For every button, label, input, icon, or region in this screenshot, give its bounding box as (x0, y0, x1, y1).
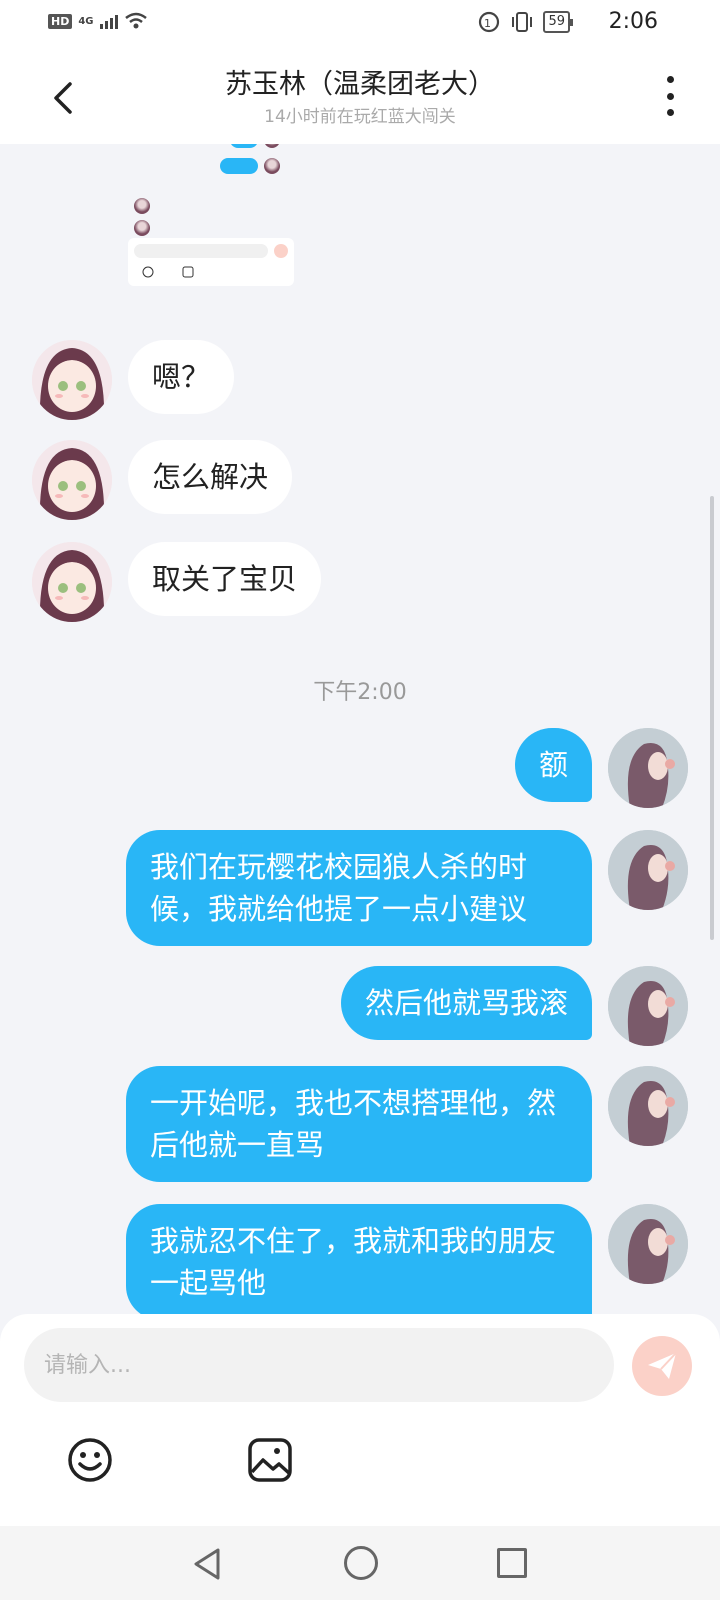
contact-avatar[interactable] (32, 542, 112, 622)
screenshot-image-message[interactable] (128, 144, 296, 294)
emoji-button[interactable] (66, 1436, 114, 1484)
thumb-avatar (264, 144, 280, 148)
message-input[interactable] (24, 1328, 614, 1402)
anime-girl-avatar-icon (32, 542, 112, 622)
clock: 2:06 (608, 9, 658, 34)
thumb-send (274, 244, 288, 258)
thumb-input (134, 244, 268, 258)
send-button[interactable] (632, 1336, 692, 1396)
status-bar: HD 4G 1 59 2:06 (0, 0, 720, 50)
network-type: 4G (78, 15, 94, 27)
outgoing-message[interactable]: 额 (514, 728, 592, 802)
incoming-message[interactable]: 取关了宝贝 (128, 542, 322, 616)
user-avatar-icon (608, 830, 688, 910)
thumb-pill (230, 144, 258, 148)
send-plane-icon (648, 1352, 677, 1379)
user-avatar-icon (608, 966, 688, 1046)
anime-girl-avatar-icon (32, 340, 112, 420)
battery-indicator: 59 (543, 11, 573, 33)
my-avatar[interactable] (608, 830, 688, 910)
outgoing-message[interactable]: 一开始呢，我也不想搭理他，然后他就一直骂 (126, 1066, 592, 1182)
more-dot-icon (666, 109, 674, 116)
thumb-avatar (264, 158, 280, 174)
system-nav-bar (0, 1526, 720, 1600)
user-avatar-icon (608, 1204, 688, 1284)
composer-panel (0, 1314, 720, 1526)
incoming-message[interactable]: 嗯？ (128, 340, 235, 414)
nav-back-button[interactable] (190, 1546, 224, 1582)
contact-status: 14小时前在玩红蓝大闯关 (264, 107, 456, 127)
contact-avatar[interactable] (32, 440, 112, 520)
outgoing-message[interactable]: 我就忍不住了，我就和我的朋友一起骂他 (126, 1204, 592, 1314)
thumb-avatar (134, 198, 150, 214)
chat-header: 苏玉林（温柔团老大） 14小时前在玩红蓝大闯关 (0, 50, 720, 144)
contact-name: 苏玉林（温柔团老大） (225, 69, 495, 100)
wifi-icon (124, 12, 147, 29)
smile-icon (68, 1438, 112, 1482)
nav-home-button[interactable] (344, 1546, 378, 1580)
contact-avatar[interactable] (32, 340, 112, 420)
thumb-pill (220, 158, 258, 174)
outgoing-message[interactable]: 我们在玩樱花校园狼人杀的时候，我就给他提了一点小建议 (126, 830, 592, 946)
my-avatar[interactable] (608, 728, 688, 808)
user-avatar-icon (608, 1066, 688, 1146)
signal-icon (99, 13, 118, 29)
status-left: HD 4G (48, 12, 148, 30)
thumb-image-icon (182, 266, 194, 278)
incoming-message[interactable]: 怎么解决 (128, 440, 293, 514)
image-icon (248, 1438, 292, 1482)
triangle-back-icon (194, 1548, 220, 1580)
user-avatar-icon (608, 728, 688, 808)
thumb-composer (128, 238, 294, 286)
scrollbar[interactable] (710, 496, 714, 940)
svg-text:1: 1 (484, 17, 491, 30)
message-list[interactable]: 嗯？ 怎么解决 取关了宝贝 下午2:00 额 我们在玩樱花校园狼人杀的时候，我就… (0, 144, 720, 1314)
my-avatar[interactable] (608, 966, 688, 1046)
my-avatar[interactable] (608, 1066, 688, 1146)
vibrate-icon (512, 12, 533, 32)
my-avatar[interactable] (608, 1204, 688, 1284)
outgoing-message[interactable]: 然后他就骂我滚 (340, 966, 592, 1040)
hd-badge: HD (48, 13, 73, 29)
nav-recents-button[interactable] (497, 1548, 527, 1578)
anime-girl-avatar-icon (32, 440, 112, 520)
time-separator: 下午2:00 (313, 680, 407, 705)
status-right: 1 59 (477, 10, 573, 34)
thumb-avatar (134, 220, 150, 236)
data-saver-icon: 1 (479, 11, 500, 33)
more-options-button[interactable] (664, 76, 676, 116)
more-dot-icon (666, 76, 674, 83)
image-button[interactable] (246, 1436, 294, 1484)
thumb-smile-icon (142, 266, 154, 278)
more-dot-icon (666, 92, 674, 100)
